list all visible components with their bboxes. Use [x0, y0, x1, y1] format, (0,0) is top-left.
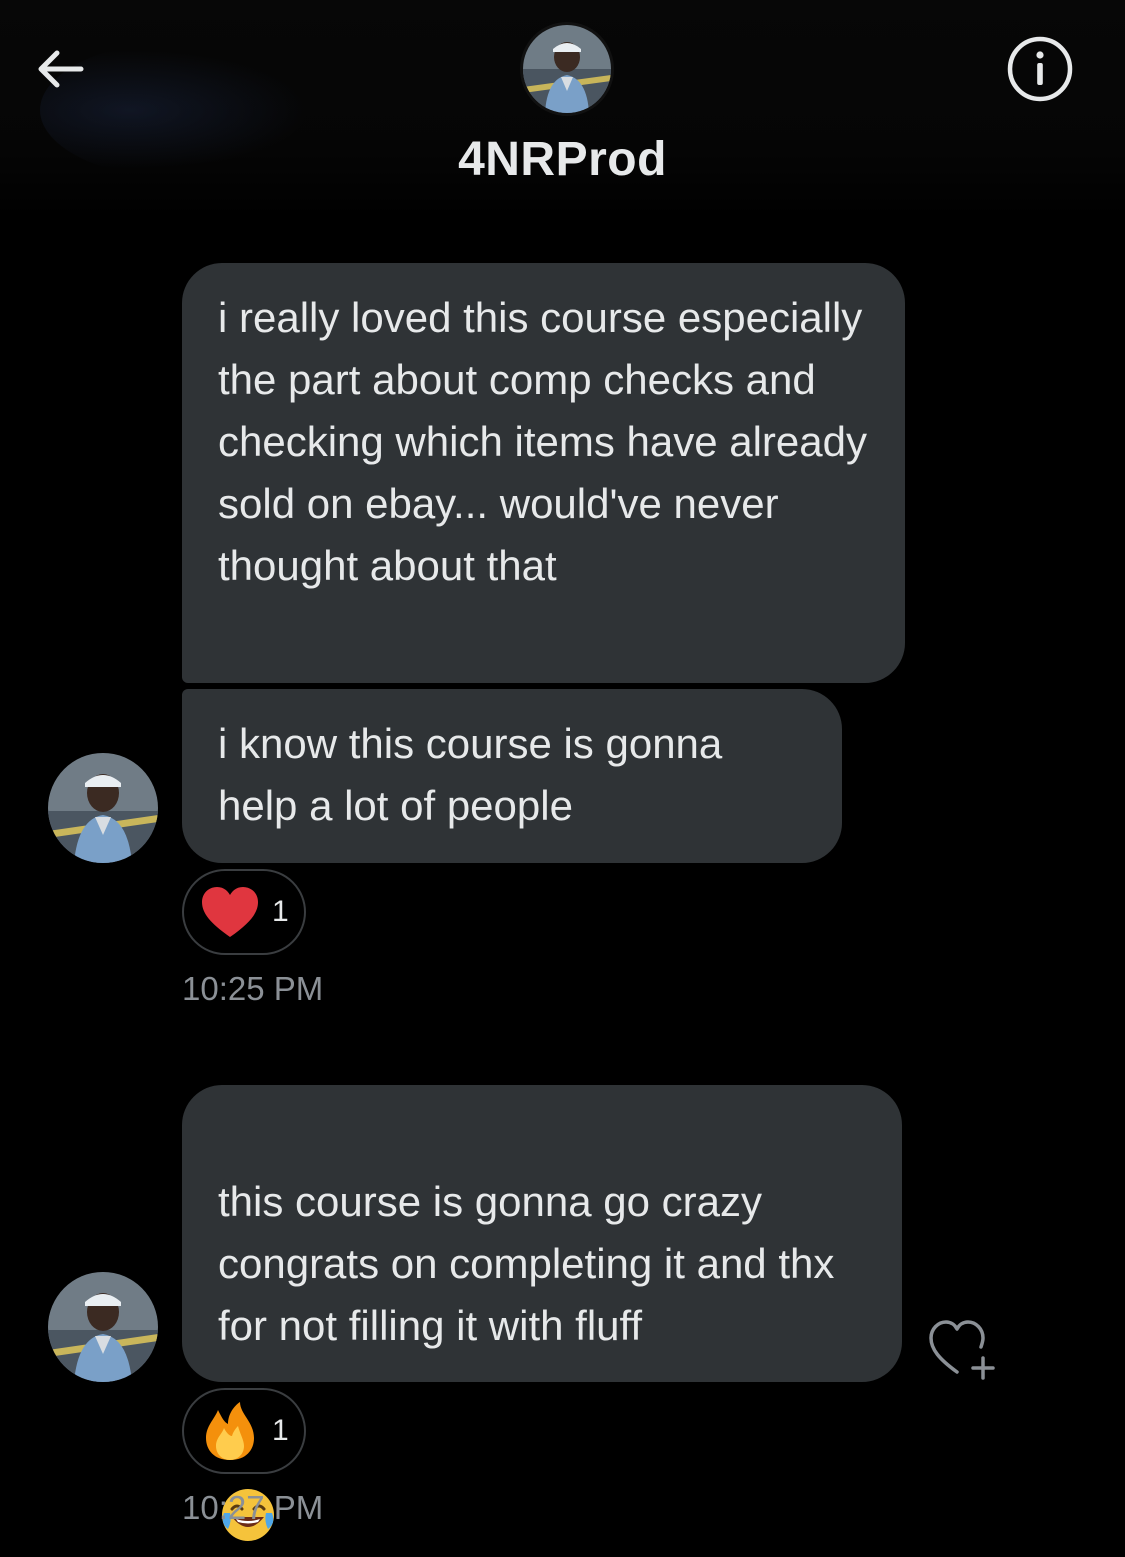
message-bubble[interactable]: i know this course is gonna help a lot o…: [182, 689, 842, 863]
conversation-title[interactable]: 4NRProd: [0, 132, 1125, 187]
heart-emoji: [202, 887, 258, 937]
back-button[interactable]: [28, 36, 94, 102]
heart-plus-icon: [929, 1320, 995, 1380]
message-timestamp: 10:27 PM: [182, 1489, 324, 1526]
message-timestamp: 10:25 PM: [182, 970, 324, 1007]
arrow-left-icon: [38, 50, 84, 88]
message-text: this course is gonna go crazy congrats o…: [218, 1178, 835, 1349]
message-bubble[interactable]: i really loved this course especially th…: [182, 263, 905, 683]
info-button[interactable]: [1005, 34, 1075, 104]
reaction-pill[interactable]: 1: [182, 869, 306, 955]
reaction-count: 1: [272, 895, 289, 928]
sender-avatar[interactable]: [48, 1272, 158, 1382]
message-bubble[interactable]: this course is gonna go crazy congrats o…: [182, 1085, 902, 1541]
info-icon: [1007, 36, 1073, 102]
sender-avatar[interactable]: [48, 753, 158, 863]
add-reaction-button[interactable]: [925, 1312, 1003, 1382]
fire-emoji: [206, 1402, 254, 1460]
reaction-pill[interactable]: 1: [182, 1388, 306, 1474]
header-avatar[interactable]: [520, 22, 614, 116]
reaction-count: 1: [272, 1414, 289, 1447]
conversation-header: 4NRProd: [0, 0, 1125, 218]
